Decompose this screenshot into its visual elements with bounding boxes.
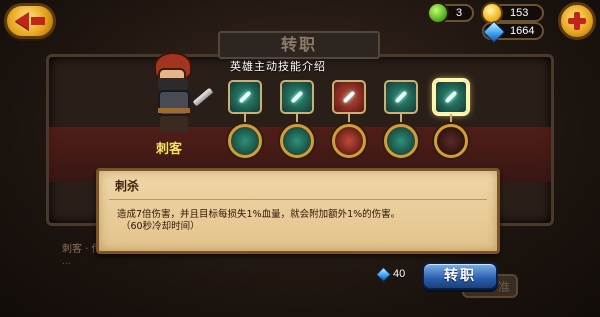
assassinate-skill-icon xyxy=(444,90,458,104)
skill-tooltip: 刺杀 造成7倍伤害，并且目标每损失1%血量，就会附加额外1%的伤害。 （60秒冷… xyxy=(96,168,500,254)
convert-button-label: 转职 xyxy=(444,268,476,284)
hero-portrait xyxy=(140,50,214,142)
dagger-icon xyxy=(192,87,214,107)
shadow-skill-icon xyxy=(290,90,304,104)
panel-title-plate: 转职 xyxy=(218,31,380,59)
convert-button[interactable]: 转职 xyxy=(422,262,498,290)
claw-skill-icon xyxy=(394,90,408,104)
skill-cooldown: （60秒冷却时间） xyxy=(121,221,200,232)
leaf-icon xyxy=(427,2,449,24)
upgrade-skill-4[interactable] xyxy=(384,124,418,158)
panel-title: 转职 xyxy=(280,35,317,54)
skill-slot-2[interactable] xyxy=(280,80,314,114)
skills-heading: 英雄主动技能介绍 xyxy=(230,60,326,73)
skill-slot-3[interactable] xyxy=(332,80,366,114)
gem-icon xyxy=(482,20,506,44)
game-screen: 3 153 1664 转职 刺客 英雄主动技能介绍 刺客 · 传说 ... 刺杀… xyxy=(0,0,600,317)
fist-skill-icon xyxy=(342,90,356,104)
upgrade-skill-2[interactable] xyxy=(280,124,314,158)
add-currency-button[interactable] xyxy=(558,2,596,40)
upgrade-skill-1[interactable] xyxy=(228,124,262,158)
gold-counter: 153 xyxy=(481,2,544,24)
gem-count: 1664 xyxy=(510,25,535,37)
skill-title: 刺杀 xyxy=(115,179,140,193)
upgrade-skill-5[interactable] xyxy=(434,124,468,158)
leaf-count: 3 xyxy=(456,7,463,19)
blade-skill-icon xyxy=(238,90,252,104)
convert-cost: 40 xyxy=(375,266,406,282)
back-button[interactable] xyxy=(4,3,56,39)
hero-name: 刺客 xyxy=(156,142,183,157)
gem-counter: 1664 xyxy=(482,20,544,44)
back-arrow-icon xyxy=(15,12,29,30)
cost-value: 40 xyxy=(393,268,406,280)
gold-count: 153 xyxy=(510,7,529,19)
lore-text: ... xyxy=(62,257,71,267)
gem-icon xyxy=(375,266,392,282)
skill-slot-5[interactable] xyxy=(434,80,468,114)
leaf-counter: 3 xyxy=(427,2,474,24)
skill-slot-1[interactable] xyxy=(228,80,262,114)
divider xyxy=(109,199,487,200)
upgrade-skill-3[interactable] xyxy=(332,124,366,158)
skill-slot-4[interactable] xyxy=(384,80,418,114)
